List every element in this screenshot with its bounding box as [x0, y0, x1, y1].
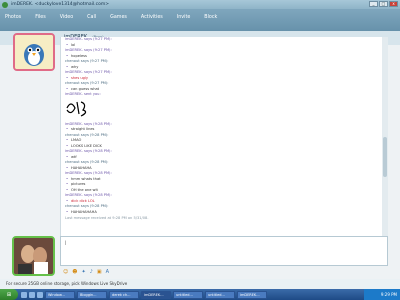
penguin-picture-icon [15, 35, 53, 69]
quick-launch-icon[interactable] [37, 291, 43, 298]
conversation-history: imDEREK. says (9:27 PM):lolimDEREK. says… [60, 37, 382, 236]
doodle-image [65, 98, 378, 122]
close-button[interactable]: x [389, 1, 398, 7]
last-message-timestamp: Last message received at 9:28 PM on 5/31… [65, 216, 149, 220]
message-text: LOOKS LIKE DICK [65, 144, 378, 150]
message-text: dick dick LOL [65, 199, 378, 205]
menu-photos[interactable]: Photos [5, 15, 21, 20]
taskbar-item[interactable]: imDEREK... [141, 290, 171, 299]
user-photo-icon [14, 238, 53, 274]
promo-banner[interactable]: For secure 25GB online storage, pick Win… [0, 279, 400, 289]
emoticon-icon[interactable]: ☺ [63, 269, 68, 275]
nudge-icon[interactable]: ✦ [81, 269, 85, 275]
message-text: lol [65, 43, 378, 49]
taskbar: ⊞ Window... Bloggin... derek ch... imDER… [0, 289, 400, 300]
voice-clip-icon[interactable]: ♪ [90, 269, 93, 275]
system-clock: 9:29 PM [364, 289, 400, 300]
conversation-scrollbar[interactable] [382, 37, 388, 236]
menu-bar: Photos Files Video Call Games Activities… [0, 9, 400, 31]
message-input[interactable]: | [60, 236, 388, 266]
maximize-button[interactable]: □ [379, 1, 388, 7]
contact-avatar[interactable] [13, 33, 55, 71]
menu-games[interactable]: Games [110, 15, 127, 20]
message-text: shes ugly [65, 76, 378, 82]
taskbar-item[interactable]: derek ch... [109, 290, 139, 299]
message-input-text: | [65, 240, 67, 245]
message-text: straight lines [65, 127, 378, 133]
menu-video[interactable]: Video [60, 15, 73, 20]
font-icon[interactable]: A [106, 269, 109, 275]
minimize-button[interactable]: _ [369, 1, 378, 7]
taskbar-item[interactable]: untitled... [205, 290, 235, 299]
messenger-icon [2, 1, 8, 8]
message-text: wtf [65, 155, 378, 161]
promo-text: For secure 25GB online storage, pick Win… [6, 281, 128, 286]
message-text: why [65, 65, 378, 71]
window-title: imDEREK. <duckylove1314@hotmail.com> [11, 2, 109, 7]
taskbar-item[interactable]: Bloggin... [77, 290, 107, 299]
message-text: HAHAHAHAHA [65, 210, 378, 216]
message-text: can guess what [65, 87, 378, 93]
my-avatar[interactable] [12, 236, 55, 276]
input-toolbar: ☺ ☻ ✦ ♪ ▣ A [60, 268, 388, 276]
background-icon[interactable]: ▣ [97, 269, 102, 275]
windows-logo-icon: ⊞ [6, 291, 12, 298]
message-text: OH the one wit [65, 188, 378, 194]
taskbar-item[interactable]: Window... [45, 290, 75, 299]
menu-files[interactable]: Files [35, 15, 46, 20]
quick-launch-icon[interactable] [29, 291, 35, 298]
taskbar-item[interactable]: untitled... [173, 290, 203, 299]
taskbar-item[interactable]: imDEREK... [237, 290, 267, 299]
quick-launch [21, 291, 43, 298]
scroll-thumb[interactable] [383, 137, 387, 177]
message-text: HAHAHAHA [65, 166, 378, 172]
window-controls: _ □ x [369, 1, 398, 7]
start-button[interactable]: ⊞ [0, 289, 18, 300]
menu-block[interactable]: Block [204, 15, 217, 20]
menu-invite[interactable]: Invite [177, 15, 190, 20]
quick-launch-icon[interactable] [21, 291, 27, 298]
menu-call[interactable]: Call [87, 15, 96, 20]
wink-icon[interactable]: ☻ [72, 269, 77, 275]
menu-activities[interactable]: Activities [141, 15, 163, 20]
title-bar: imDEREK. <duckylove1314@hotmail.com> _ □… [0, 0, 400, 9]
message-text: hopeless [65, 54, 378, 60]
